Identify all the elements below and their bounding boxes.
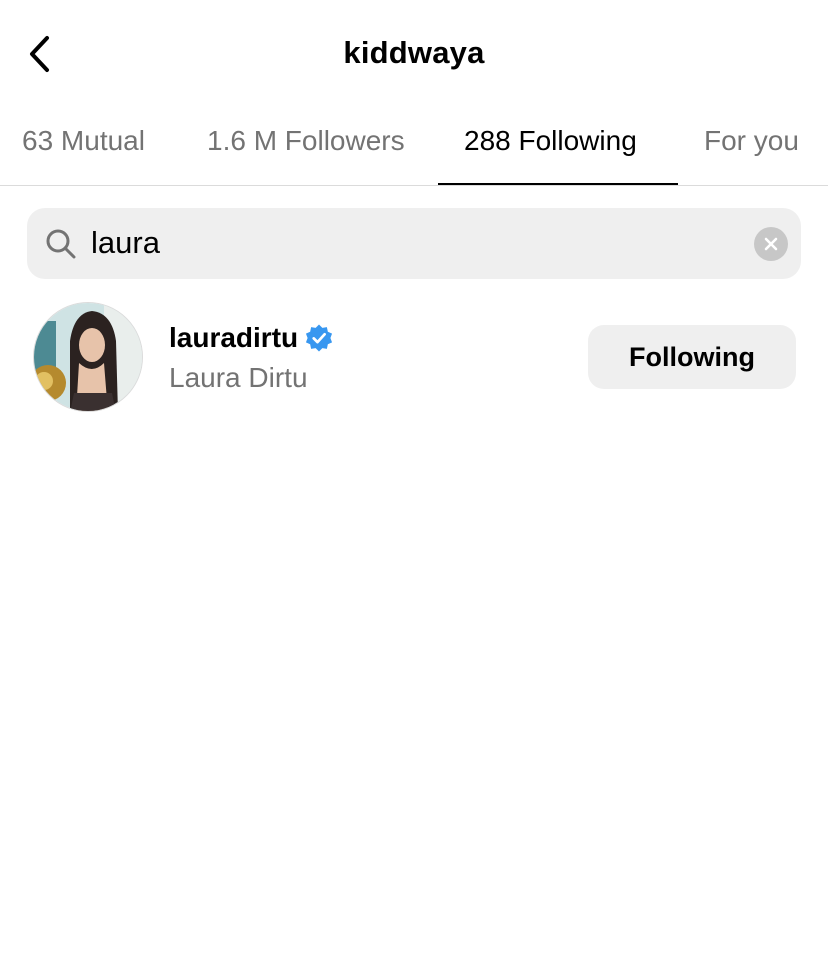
username-line: lauradirtu — [169, 322, 334, 354]
clear-search-button[interactable] — [754, 227, 788, 261]
profile-tabs: 63 Mutual 1.6 M Followers 288 Following … — [0, 108, 828, 186]
tab-for-you[interactable]: For you — [704, 125, 799, 157]
verified-badge-icon — [306, 324, 333, 352]
profile-photo — [34, 303, 142, 411]
list-item[interactable]: lauradirtu Laura Dirtu Following — [0, 296, 828, 418]
search-input[interactable] — [91, 220, 741, 266]
page-title: kiddwaya — [343, 35, 485, 70]
top-bar: kiddwaya — [0, 0, 828, 108]
tab-followers[interactable]: 1.6 M Followers — [207, 125, 405, 157]
active-tab-indicator — [438, 183, 678, 185]
avatar[interactable] — [33, 302, 143, 412]
tab-following[interactable]: 288 Following — [464, 125, 637, 157]
search-icon — [46, 229, 76, 259]
full-name: Laura Dirtu — [169, 362, 308, 393]
search-bar[interactable] — [27, 208, 801, 279]
username[interactable]: lauradirtu — [169, 322, 298, 354]
clear-icon — [764, 237, 778, 251]
following-button[interactable]: Following — [588, 325, 796, 389]
tab-mutual[interactable]: 63 Mutual — [22, 125, 145, 157]
